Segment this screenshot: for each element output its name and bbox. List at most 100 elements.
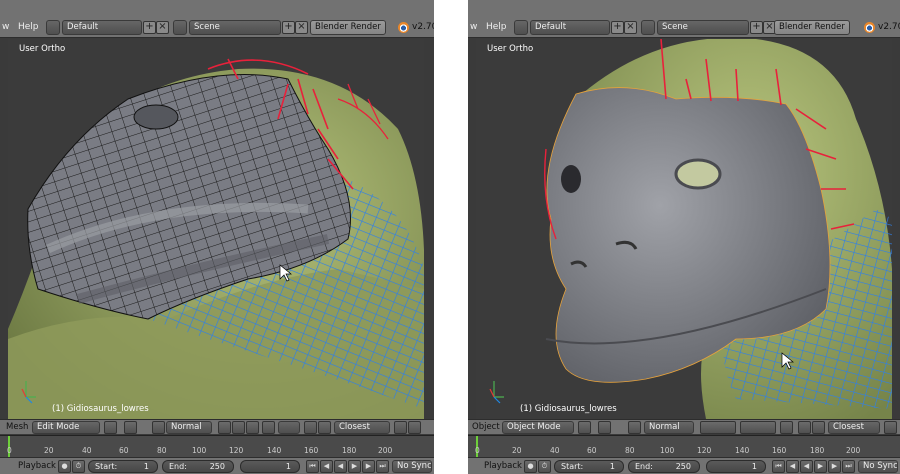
snap-element-icon[interactable] xyxy=(812,421,825,434)
timeline-tick: 140 xyxy=(267,446,282,455)
scene-selector[interactable]: Scene xyxy=(189,20,281,35)
timeline-tick: 160 xyxy=(772,446,787,455)
start-frame-field[interactable]: Start: 1 xyxy=(88,460,158,473)
prev-keyframe-icon[interactable]: ◀ xyxy=(786,460,799,473)
snap-magnet-icon[interactable] xyxy=(304,421,317,434)
jump-start-icon[interactable]: ⏮ xyxy=(772,460,785,473)
limit-selection-icon[interactable] xyxy=(262,421,275,434)
face-select-icon[interactable] xyxy=(246,421,259,434)
viewport-shading-icon[interactable] xyxy=(578,421,591,434)
3d-viewport[interactable]: User Ortho (1) Gidiosaurus_lowres xyxy=(8,39,424,419)
timeline-tick: 180 xyxy=(342,446,357,455)
scene-selector[interactable]: Scene xyxy=(657,20,749,35)
snap-magnet-icon[interactable] xyxy=(798,421,811,434)
timeline[interactable]: 0 20 40 60 80 100 120 140 160 180 200 xyxy=(468,435,900,458)
remove-layout-icon[interactable]: × xyxy=(156,21,169,34)
timeline-tick: 180 xyxy=(810,446,825,455)
current-frame-value: 1 xyxy=(285,462,291,471)
add-scene-icon[interactable]: + xyxy=(282,21,295,34)
help-menu[interactable]: Help xyxy=(486,22,507,32)
play-icon[interactable]: ▶ xyxy=(348,460,361,473)
mode-selector[interactable]: Object Mode xyxy=(502,421,574,434)
help-menu[interactable]: Help xyxy=(18,22,39,32)
next-keyframe-icon[interactable]: ▶ xyxy=(828,460,841,473)
edge-select-icon[interactable] xyxy=(232,421,245,434)
add-layout-icon[interactable]: + xyxy=(143,21,156,34)
remove-layout-icon[interactable]: × xyxy=(624,21,637,34)
timeline-tick: 80 xyxy=(157,446,167,455)
render-preview-icon[interactable] xyxy=(884,421,897,434)
timeline-tick: 200 xyxy=(378,446,393,455)
object-menu[interactable]: Object xyxy=(472,422,500,432)
snap-options-icon[interactable] xyxy=(394,421,407,434)
start-frame-field[interactable]: Start: 1 xyxy=(554,460,624,473)
layers-grid-2-icon[interactable] xyxy=(740,421,776,434)
timeline-tick: 140 xyxy=(735,446,750,455)
orientation-selector[interactable]: Normal xyxy=(644,421,694,434)
playback-bar: Playback ● ⏱ Start: 1 End: 250 1 ⏮ ◀ ◀ ▶ ▶… xyxy=(0,457,434,474)
scene-icon[interactable] xyxy=(173,20,187,35)
start-frame-value: 1 xyxy=(143,462,149,471)
preview-range-icon[interactable]: ⏱ xyxy=(72,460,85,473)
timeline-tick: 100 xyxy=(660,446,675,455)
jump-start-icon[interactable]: ⏮ xyxy=(306,460,319,473)
mesh-menu[interactable]: Mesh xyxy=(6,422,28,432)
snap-element-icon[interactable] xyxy=(318,421,331,434)
next-keyframe-icon[interactable]: ▶ xyxy=(362,460,375,473)
mesh-render xyxy=(489,39,892,419)
viewport-shading-icon[interactable] xyxy=(104,421,117,434)
end-frame-field[interactable]: End: 250 xyxy=(162,460,234,473)
pivot-point-icon[interactable] xyxy=(598,421,611,434)
timeline-tick: 0 xyxy=(475,446,480,455)
playback-menu[interactable]: Playback xyxy=(484,461,522,471)
keyframe-icon[interactable]: ● xyxy=(58,460,71,473)
jump-end-icon[interactable]: ⏭ xyxy=(376,460,389,473)
end-frame-field[interactable]: End: 250 xyxy=(628,460,700,473)
preview-range-icon[interactable]: ⏱ xyxy=(538,460,551,473)
current-frame-field[interactable]: 1 xyxy=(706,460,766,473)
mesh-render xyxy=(8,58,424,419)
render-preview-icon[interactable] xyxy=(408,421,421,434)
screen-layout-icon[interactable] xyxy=(514,20,528,35)
jump-end-icon[interactable]: ⏭ xyxy=(842,460,855,473)
play-reverse-icon[interactable]: ◀ xyxy=(800,460,813,473)
view-label: User Ortho xyxy=(19,44,66,54)
render-engine-selector[interactable]: Blender Render xyxy=(774,20,850,35)
prev-keyframe-icon[interactable]: ◀ xyxy=(320,460,333,473)
sync-mode-selector[interactable]: No Sync xyxy=(392,460,432,473)
timeline[interactable]: 0 20 40 60 80 100 120 140 160 180 200 xyxy=(0,435,434,458)
left-blender-window: w Help Default + × Scene + × Blender Ren… xyxy=(0,0,434,474)
layers-grid-icon[interactable] xyxy=(700,421,736,434)
keyframe-icon[interactable]: ● xyxy=(524,460,537,473)
snap-target-selector[interactable]: Closest xyxy=(828,421,880,434)
layout-selector[interactable]: Default xyxy=(62,20,142,35)
playback-menu[interactable]: Playback xyxy=(18,461,56,471)
sync-mode-selector[interactable]: No Sync xyxy=(858,460,898,473)
lock-layers-icon[interactable] xyxy=(780,421,793,434)
screen-layout-icon[interactable] xyxy=(46,20,60,35)
layout-selector[interactable]: Default xyxy=(530,20,610,35)
add-layout-icon[interactable]: + xyxy=(611,21,624,34)
timeline-tick: 120 xyxy=(229,446,244,455)
scene-icon[interactable] xyxy=(641,20,655,35)
vertex-select-icon[interactable] xyxy=(218,421,231,434)
playback-bar: Playback ● ⏱ Start: 1 End: 250 1 ⏮ ◀ ◀ ▶ ▶… xyxy=(468,457,900,474)
play-icon[interactable]: ▶ xyxy=(814,460,827,473)
proportional-edit-icon[interactable] xyxy=(278,421,300,434)
mode-selector[interactable]: Edit Mode xyxy=(32,421,100,434)
transform-orientation-icon[interactable] xyxy=(152,421,165,434)
play-reverse-icon[interactable]: ◀ xyxy=(334,460,347,473)
add-scene-icon[interactable]: + xyxy=(750,21,763,34)
transform-orientation-icon[interactable] xyxy=(628,421,641,434)
remove-scene-icon[interactable]: × xyxy=(295,21,308,34)
file-menu-partial[interactable]: w xyxy=(2,22,9,32)
3d-viewport[interactable]: User Ortho (1) Gidiosaurus_lowres xyxy=(476,39,892,419)
snap-target-selector[interactable]: Closest xyxy=(334,421,390,434)
pivot-point-icon[interactable] xyxy=(124,421,137,434)
current-frame-field[interactable]: 1 xyxy=(240,460,300,473)
right-blender-window: w Help Default + × Scene + × Blender Ren… xyxy=(468,0,900,474)
timeline-tick: 160 xyxy=(304,446,319,455)
render-engine-selector[interactable]: Blender Render xyxy=(310,20,386,35)
file-menu-partial[interactable]: w xyxy=(470,22,477,32)
orientation-selector[interactable]: Normal xyxy=(166,421,212,434)
